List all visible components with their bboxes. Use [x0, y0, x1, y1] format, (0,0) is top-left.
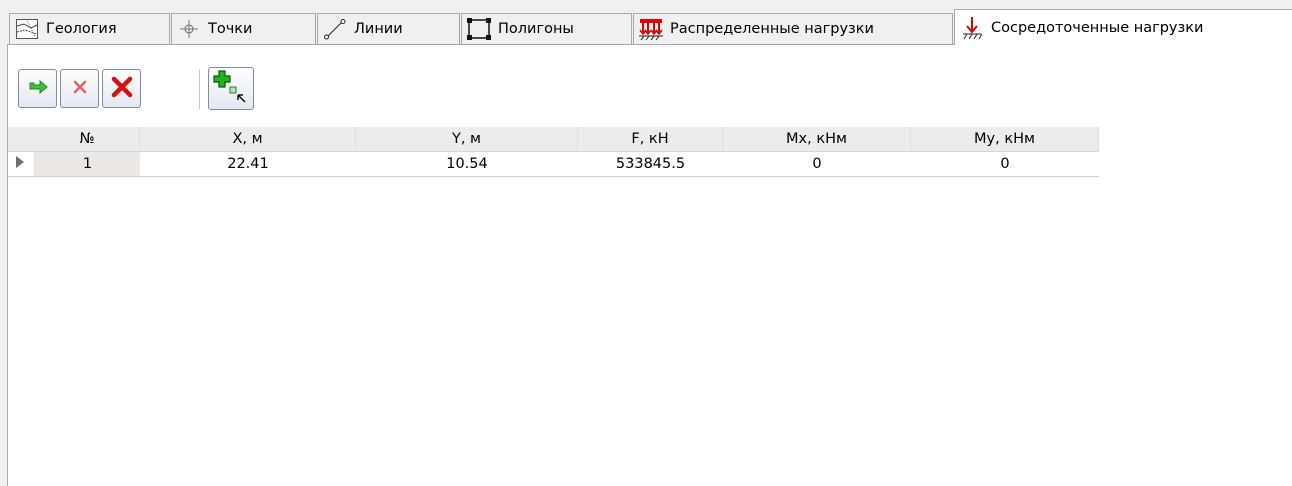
delete-icon	[68, 75, 92, 103]
column-header-x[interactable]: X, м	[140, 127, 356, 151]
tab-lines-label: Линии	[354, 21, 403, 37]
delete-button[interactable]	[60, 69, 99, 108]
tab-strip: Геология Точки Линии Полигоны Распределе…	[0, 0, 1292, 45]
cell-mx[interactable]: 0	[723, 152, 911, 176]
tab-points[interactable]: Точки	[171, 13, 316, 44]
add-point-icon	[213, 69, 249, 108]
tab-point-loads-label: Сосредоточенные нагрузки	[991, 19, 1204, 36]
toolbar	[8, 45, 1292, 127]
delete-all-button[interactable]	[102, 69, 141, 108]
point-load-icon	[959, 16, 985, 39]
point-icon	[176, 18, 202, 40]
column-header-f[interactable]: F, кН	[578, 127, 723, 151]
cell-y[interactable]: 10.54	[356, 152, 578, 176]
column-header-mx[interactable]: Mx, кНм	[723, 127, 911, 151]
apply-button[interactable]	[18, 69, 57, 108]
tab-geology[interactable]: Геология	[9, 13, 170, 44]
delete-all-icon	[109, 74, 135, 104]
tab-lines[interactable]: Линии	[317, 13, 460, 44]
row-pointer-icon	[16, 156, 24, 172]
point-loads-grid: № X, м Y, м F, кН Mx, кНм My, кНм 1 22.4…	[8, 127, 1099, 177]
line-icon	[322, 18, 348, 40]
apply-arrow-icon	[26, 75, 50, 103]
table-row[interactable]: 1 22.41 10.54 533845.5 0 0	[8, 152, 1099, 177]
cell-f[interactable]: 533845.5	[578, 152, 723, 176]
tab-points-label: Точки	[208, 21, 253, 37]
tab-polygons[interactable]: Полигоны	[461, 13, 632, 44]
tab-geology-label: Геология	[46, 21, 117, 37]
tab-polygons-label: Полигоны	[498, 21, 574, 37]
cell-x[interactable]: 22.41	[140, 152, 356, 176]
column-header-number[interactable]: №	[35, 127, 140, 151]
grid-header: № X, м Y, м F, кН Mx, кНм My, кНм	[8, 127, 1099, 152]
tab-distributed-loads[interactable]: Распределенные нагрузки	[633, 13, 953, 44]
tab-page-point-loads: № X, м Y, м F, кН Mx, кНм My, кНм 1 22.4…	[7, 44, 1292, 486]
tab-point-loads[interactable]: Сосредоточенные нагрузки	[954, 9, 1292, 45]
row-selector[interactable]	[8, 152, 35, 176]
tab-distributed-loads-label: Распределенные нагрузки	[670, 21, 874, 37]
add-point-button[interactable]	[208, 67, 254, 110]
polygon-icon	[466, 18, 492, 40]
column-header-y[interactable]: Y, м	[356, 127, 578, 151]
cell-number[interactable]: 1	[35, 152, 140, 176]
toolbar-separator	[199, 69, 200, 109]
geology-icon	[14, 18, 40, 40]
cell-my[interactable]: 0	[911, 152, 1099, 176]
distributed-load-icon	[638, 18, 664, 41]
column-header-my[interactable]: My, кНм	[911, 127, 1099, 151]
